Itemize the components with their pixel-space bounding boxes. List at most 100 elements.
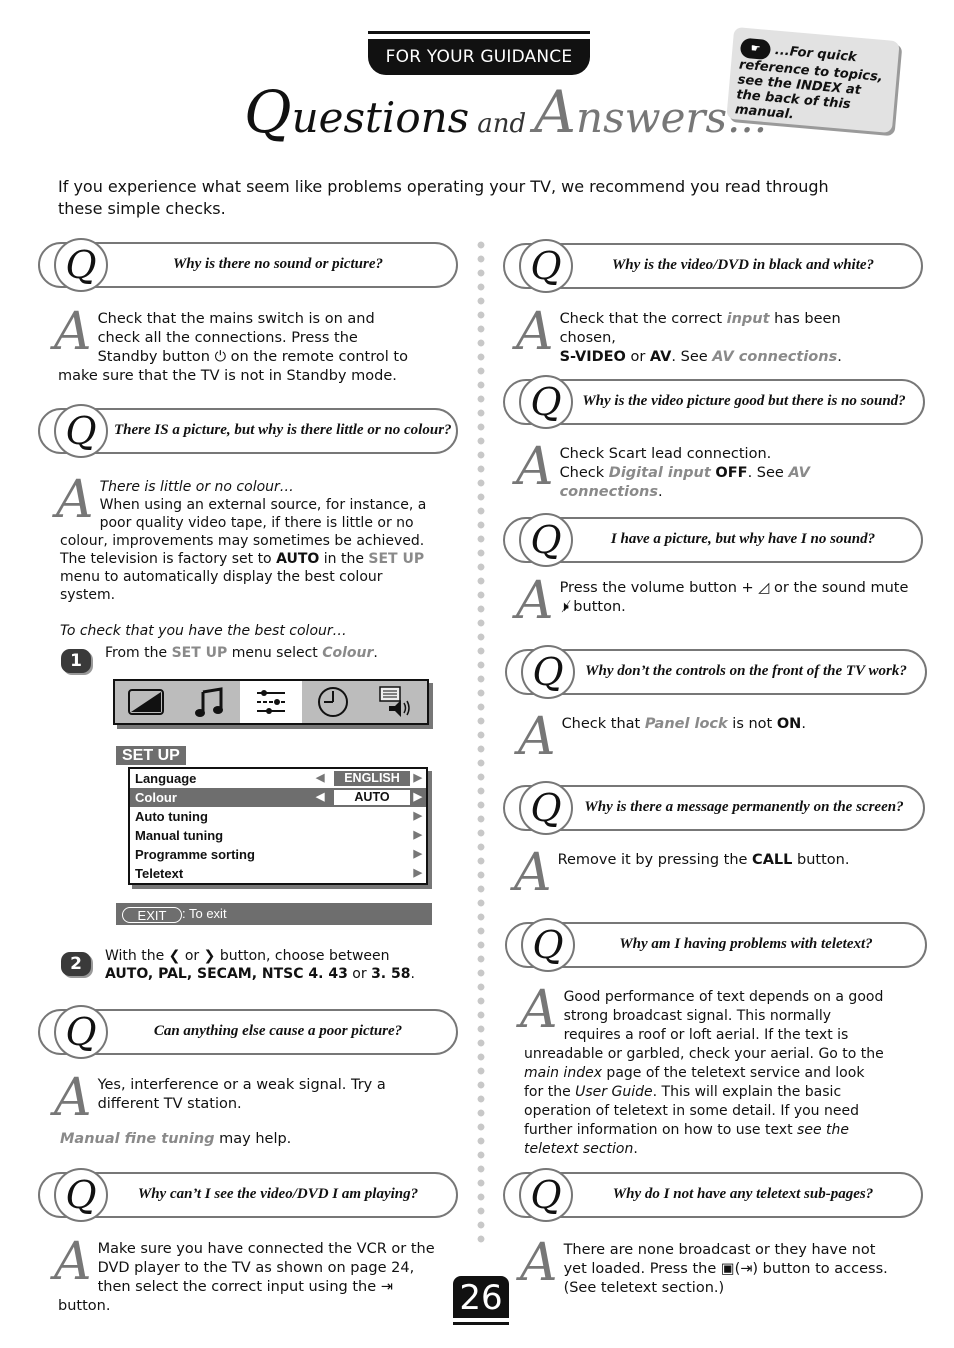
q-badge-icon: Q [521,645,575,699]
chevron-right-icon: ❯ [203,948,216,964]
answer-block: A Check that the mains switch is on and … [54,302,408,384]
step-text: From the SET UP menu select Colour. [105,645,378,661]
q-badge-icon: Q [54,238,108,292]
answer-block: A Check Scart lead connection. Check Digi… [516,437,810,500]
question-box: Q Why don’t the controls on the front of… [505,645,927,699]
arrow-left-icon: ◀ [316,791,325,803]
step-number-badge: 1 [61,649,91,673]
question-box: Q Can anything else cause a poor picture… [38,1005,458,1059]
page-title: Questions and Answers... [244,78,768,146]
question-text: Can anything else cause a poor picture? [153,1023,403,1039]
answer-extra: Manual fine tuning may help. [60,1131,292,1147]
setup-menu-label: SET UP [116,746,186,765]
menu-row-auto-tuning[interactable]: Auto tuning ▶ [130,807,426,826]
q-badge-icon: Q [521,918,575,972]
question-text: Why can’t I see the video/DVD I am playi… [137,1186,419,1202]
answer-block: A Press the volume button + ◿ or the sou… [516,571,909,631]
a-badge-icon: A [520,980,558,1040]
question-text: Why is the video picture good but there … [582,393,906,409]
intro-text: If you experience what seem like problem… [58,177,829,218]
arrow-left-icon: ◀ [316,772,325,784]
menu-row-teletext[interactable]: Teletext ▶ [130,864,426,883]
chevron-left-icon: ❮ [168,948,181,964]
teletext-button-icon: ▣ [720,1261,735,1277]
language-value: ENGLISH [334,771,410,786]
question-text: Why is the video/DVD in black and white? [611,257,875,273]
answer-block: A There are none broadcast or they have … [520,1233,888,1296]
page-number-rule [453,1322,509,1325]
question-box: Q There IS a picture, but why is there l… [38,404,458,458]
answer-block: A Good performance of text depends on a … [520,980,884,1157]
arrow-right-icon: ▶ [413,848,422,860]
q-badge-icon: Q [519,375,573,429]
a-badge-icon: A [516,302,554,362]
exit-bar: EXIT: To exit [116,903,432,925]
pointing-hand-icon: ☛ [739,37,772,61]
question-box: Q Why do I not have any teletext sub-pag… [503,1168,923,1222]
question-box: Q Why am I having problems with teletext… [505,918,927,972]
section-label: FOR YOUR GUIDANCE [368,39,590,75]
arrow-right-icon: ▶ [413,810,422,822]
input-select-icon: ⇥ [380,1279,393,1295]
arrow-right-icon: ▶ [413,867,422,879]
question-box: Q Why is the video picture good but ther… [503,375,925,429]
exit-button[interactable]: EXIT [122,906,182,923]
clock-icon [302,681,364,723]
menu-row-language[interactable]: Language ◀ ENGLISH ▶ [130,769,426,788]
a-badge-icon: A [54,1232,92,1292]
menu-row-manual-tuning[interactable]: Manual tuning ▶ [130,826,426,845]
question-text: Why don’t the controls on the front of t… [585,663,907,679]
q-badge-icon: Q [54,1005,108,1059]
question-text: There IS a picture, but why is there lit… [114,422,452,438]
step-number-badge: 2 [61,952,91,976]
answer-block: A Remove it by pressing the CALL button. [514,843,850,903]
index-reference-note: ☛ ...For quick reference to topics, see … [726,26,900,134]
header-rule [368,31,590,34]
menu-row-colour[interactable]: Colour ◀ AUTO ▶ [130,788,426,807]
colour-value: AUTO [334,790,410,805]
answer-block: A There is little or no colour… When usi… [56,470,427,639]
question-box: Q Why can’t I see the video/DVD I am pla… [38,1168,458,1222]
picture-icon [115,681,177,723]
menu-icon-bar [113,679,429,725]
question-text: Why is there no sound or picture? [172,256,384,272]
setup-menu: Language ◀ ENGLISH ▶ Colour ◀ AUTO ▶ Aut… [128,767,428,885]
question-box: Q Why is the video/DVD in black and whit… [503,239,923,293]
column-divider [477,238,485,1248]
music-note-icon [177,681,239,723]
mute-icon: 🕨̸ [559,599,569,615]
step-text: With the ❮ or ❯ button, choose between A… [105,948,415,982]
a-badge-icon: A [54,302,92,362]
question-box: Q Why is there no sound or picture? [38,238,458,292]
a-badge-icon: A [56,470,94,530]
question-text: Why am I having problems with teletext? [619,936,873,952]
question-text: Why is there a message permanently on th… [584,799,904,815]
q-badge-icon: Q [519,513,573,567]
answer-block: A Check that the correct input has been … [516,302,842,365]
q-badge-icon: Q [519,1168,573,1222]
page-number: 26 [453,1276,509,1318]
question-text: Why do I not have any teletext sub-pages… [612,1186,874,1202]
a-badge-icon: A [520,1233,558,1293]
a-badge-icon: A [516,571,554,631]
arrow-right-icon: ▶ [413,772,422,784]
q-badge-icon: Q [519,239,573,293]
a-badge-icon: A [54,1068,92,1128]
a-badge-icon: A [516,437,554,497]
a-badge-icon: A [518,707,556,767]
answer-block: A Check that Panel lock is not ON. [518,707,806,767]
volume-up-icon: + ◿ [741,580,770,596]
q-badge-icon: Q [54,404,108,458]
question-box: Q Why is there a message permanently on … [503,781,925,835]
menu-row-programme-sorting[interactable]: Programme sorting ▶ [130,845,426,864]
a-badge-icon: A [514,843,552,903]
q-badge-icon: Q [519,781,573,835]
arrow-right-icon: ▶ [413,829,422,841]
setup-sliders-icon [239,681,303,723]
answer-block: A Yes, interference or a weak signal. Tr… [54,1068,386,1128]
input-select-icon: ⇥ [740,1261,753,1277]
teletext-sound-icon [365,681,427,723]
arrow-right-icon: ▶ [413,791,422,803]
question-box: Q I have a picture, but why have I no so… [503,513,923,567]
question-text: I have a picture, but why have I no soun… [610,531,876,547]
